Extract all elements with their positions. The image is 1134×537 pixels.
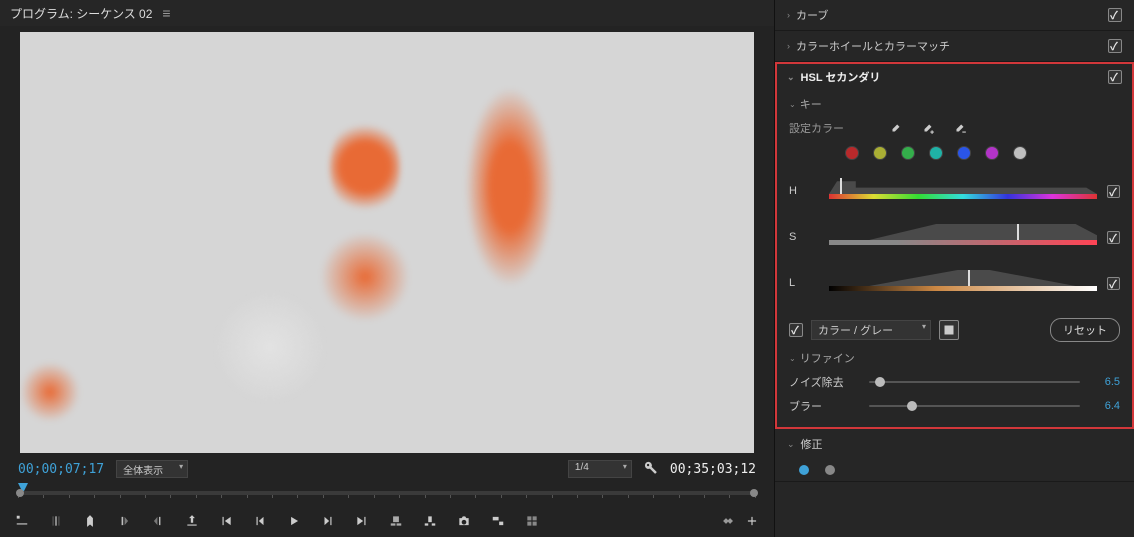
denoise-slider[interactable] — [869, 381, 1080, 383]
hue-range-slider[interactable] — [829, 178, 1097, 204]
blur-slider[interactable] — [869, 405, 1080, 407]
settings-wrench-icon[interactable] — [644, 461, 658, 478]
invert-mask-icon[interactable] — [939, 320, 959, 340]
timecode-out: 00;35;03;12 — [670, 462, 756, 477]
program-monitor-panel: プログラム: シーケンス 02 ≡ 00;00;07;17 全体表示 1/4 0… — [0, 0, 775, 537]
play-icon[interactable] — [286, 513, 302, 529]
mark-in-icon[interactable] — [48, 513, 64, 529]
section-hsl-label: HSL セカンダリ — [801, 69, 881, 85]
s-checkbox[interactable] — [1107, 231, 1120, 244]
section-curves-label: カーブ — [796, 7, 828, 23]
chevron-right-icon: › — [787, 41, 790, 51]
in-point-icon[interactable] — [116, 513, 132, 529]
zoom-select[interactable]: 全体表示 — [116, 460, 188, 478]
go-to-in-icon[interactable] — [218, 513, 234, 529]
s-label: S — [789, 231, 829, 243]
correction-dot-blue[interactable] — [799, 465, 809, 475]
curves-checkbox[interactable] — [1108, 8, 1122, 22]
section-wheels-label: カラーホイールとカラーマッチ — [796, 38, 950, 54]
swatch-olive[interactable] — [873, 146, 887, 160]
chevron-down-icon: ⌄ — [789, 100, 796, 109]
section-correction-label: 修正 — [801, 436, 823, 452]
program-title: プログラム: シーケンス 02 — [10, 5, 152, 22]
blur-value[interactable]: 6.4 — [1090, 400, 1120, 412]
mask-mode-select[interactable]: カラー / グレー — [811, 320, 931, 340]
program-viewer[interactable] — [20, 32, 754, 453]
panel-header: プログラム: シーケンス 02 ≡ — [0, 0, 774, 26]
luminance-range-slider[interactable] — [829, 270, 1097, 296]
swatch-red[interactable] — [845, 146, 859, 160]
section-hsl-secondary: ⌄ HSL セカンダリ ⌄ キー 設定カラー — [775, 62, 1134, 429]
step-forward-icon[interactable] — [320, 513, 336, 529]
wheels-checkbox[interactable] — [1108, 39, 1122, 53]
add-button-icon[interactable] — [744, 513, 760, 529]
timecode-in[interactable]: 00;00;07;17 — [18, 462, 104, 477]
color-swatches — [775, 140, 1134, 168]
timeline-scroll-right[interactable] — [750, 489, 758, 497]
eyedropper-add-icon[interactable] — [921, 121, 935, 135]
mask-view-checkbox[interactable] — [789, 323, 803, 337]
key-label: キー — [800, 96, 822, 112]
refine-label: リファイン — [800, 350, 855, 366]
safe-margins-icon[interactable] — [490, 513, 506, 529]
refine-subhead[interactable]: ⌄ リファイン — [775, 346, 1134, 370]
eyedropper-subtract-icon[interactable] — [953, 121, 967, 135]
hsl-checkbox[interactable] — [1108, 70, 1122, 84]
resolution-select[interactable]: 1/4 — [568, 460, 632, 478]
go-to-out-icon[interactable] — [354, 513, 370, 529]
chevron-right-icon: › — [787, 10, 790, 20]
marker-icon[interactable] — [82, 513, 98, 529]
swatch-teal[interactable] — [929, 146, 943, 160]
saturation-range-slider[interactable] — [829, 224, 1097, 250]
transport-controls — [0, 505, 774, 537]
correction-dot-grey[interactable] — [825, 465, 835, 475]
swatch-magenta[interactable] — [985, 146, 999, 160]
reset-button[interactable]: リセット — [1050, 318, 1120, 342]
panel-menu-icon[interactable]: ≡ — [162, 5, 170, 21]
timeline[interactable] — [18, 483, 756, 503]
extract-icon[interactable] — [422, 513, 438, 529]
hsl-header[interactable]: ⌄ HSL セカンダリ — [775, 62, 1134, 92]
l-checkbox[interactable] — [1107, 277, 1120, 290]
eyedropper-icon[interactable] — [889, 121, 903, 135]
blur-label: ブラー — [789, 398, 859, 414]
section-curves[interactable]: › カーブ — [775, 0, 1134, 30]
comparison-icon[interactable] — [524, 513, 540, 529]
timeline-scroll-left[interactable] — [16, 489, 24, 497]
set-color-label: 設定カラー — [789, 120, 849, 136]
chevron-down-icon: ⌄ — [787, 439, 795, 450]
denoise-label: ノイズ除去 — [789, 374, 859, 390]
button-editor-icon[interactable] — [718, 513, 734, 529]
camera-icon[interactable] — [456, 513, 472, 529]
step-back-icon[interactable] — [252, 513, 268, 529]
out-point-icon[interactable] — [150, 513, 166, 529]
h-label: H — [789, 185, 829, 197]
section-correction[interactable]: ⌄ 修正 — [775, 429, 1134, 459]
h-checkbox[interactable] — [1107, 185, 1120, 198]
section-color-wheels[interactable]: › カラーホイールとカラーマッチ — [775, 31, 1134, 61]
key-subhead[interactable]: ⌄ キー — [775, 92, 1134, 116]
lift-icon[interactable] — [388, 513, 404, 529]
swatch-green[interactable] — [901, 146, 915, 160]
swatch-grey[interactable] — [1013, 146, 1027, 160]
swatch-blue[interactable] — [957, 146, 971, 160]
add-marker-icon[interactable] — [14, 513, 30, 529]
export-frame-icon[interactable] — [184, 513, 200, 529]
chevron-down-icon: ⌄ — [789, 354, 796, 363]
denoise-value[interactable]: 6.5 — [1090, 376, 1120, 388]
lumetri-panel: › カーブ › カラーホイールとカラーマッチ ⌄ HSL セカンダリ ⌄ キー — [775, 0, 1134, 537]
l-label: L — [789, 277, 829, 289]
chevron-down-icon: ⌄ — [787, 72, 795, 83]
